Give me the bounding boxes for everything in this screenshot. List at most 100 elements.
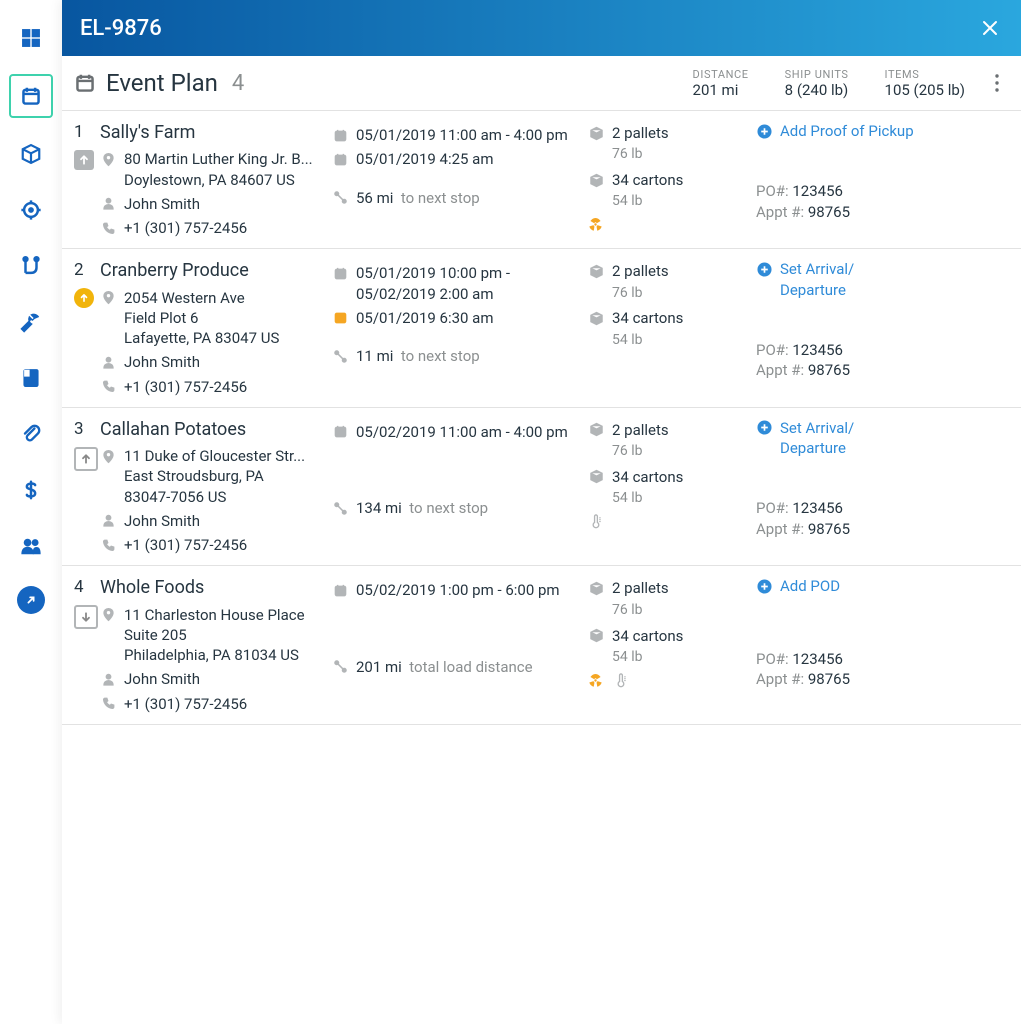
contact-name: John Smith — [124, 511, 326, 531]
pallets: 2 pallets76 lb — [612, 123, 750, 164]
add-action-icon — [756, 123, 772, 139]
sidebar-tools[interactable] — [11, 302, 51, 342]
appointment-number: Appt #: 98765 — [756, 360, 1007, 380]
stop-index: 3 — [74, 419, 84, 439]
sidebar-contacts[interactable] — [11, 526, 51, 566]
pallets: 2 pallets76 lb — [612, 578, 750, 619]
sidebar-docs[interactable] — [11, 358, 51, 398]
sidebar-dashboard[interactable] — [11, 18, 51, 58]
stop-action-link[interactable]: Set Arrival/ Departure — [780, 418, 1007, 459]
distance: 56 mi to next stop — [356, 188, 582, 208]
carton-icon — [588, 310, 604, 326]
appointment-number: Appt #: 98765 — [756, 669, 1007, 689]
stop-action-link[interactable]: Add POD — [780, 576, 1007, 596]
stop-name: Cranberry Produce — [100, 259, 326, 283]
stop-type-badge — [74, 288, 94, 308]
phone-icon — [100, 220, 116, 236]
stop-type-badge — [74, 447, 94, 467]
contact-phone: +1 (301) 757-2456 — [124, 377, 326, 397]
phone-icon — [100, 537, 116, 553]
stop-address: 11 Charleston House Place Suite 205 Phil… — [124, 605, 326, 666]
cartons: 34 cartons54 lb — [612, 626, 750, 667]
person-icon — [100, 513, 116, 529]
calendar-icon — [332, 265, 348, 281]
sidebar-event-plan[interactable] — [9, 74, 53, 118]
stop-index: 4 — [74, 577, 84, 597]
add-action-icon — [756, 578, 772, 594]
add-action-icon — [756, 261, 772, 277]
cartons: 34 cartons54 lb — [612, 467, 750, 508]
eta-icon — [332, 310, 348, 326]
stop-type-badge — [74, 605, 94, 625]
pallets: 2 pallets76 lb — [612, 261, 750, 302]
stop-index: 2 — [74, 260, 84, 280]
pallets: 2 pallets76 lb — [612, 420, 750, 461]
po-number: PO#: 123456 — [756, 340, 1007, 360]
location-icon — [100, 448, 116, 464]
sidebar-attachments[interactable] — [11, 414, 51, 454]
close-button[interactable] — [977, 15, 1003, 41]
appointment-window: 05/01/2019 11:00 am - 4:00 pm — [356, 125, 582, 145]
po-number: PO#: 123456 — [756, 649, 1007, 669]
stop-index: 1 — [74, 122, 84, 142]
pallet-icon — [588, 580, 604, 596]
calendar-icon — [72, 70, 98, 96]
calendar-icon — [332, 127, 348, 143]
stop-action-link[interactable]: Set Arrival/ Departure — [780, 259, 1007, 300]
stop-name: Sally's Farm — [100, 121, 326, 145]
contact-name: John Smith — [124, 669, 326, 689]
header-menu-button[interactable] — [987, 66, 1007, 100]
stop-action-link[interactable]: Add Proof of Pickup — [780, 121, 1007, 141]
distance-icon — [332, 190, 348, 206]
distance: 134 mi to next stop — [356, 498, 582, 518]
eta: 05/01/2019 4:25 am — [356, 149, 582, 169]
page-title: Event Plan — [106, 69, 218, 97]
carton-icon — [588, 172, 604, 188]
sidebar-collapse[interactable] — [17, 586, 45, 614]
add-action-icon — [756, 420, 772, 436]
eta: 05/01/2019 6:30 am — [356, 308, 582, 328]
contact-name: John Smith — [124, 352, 326, 372]
person-icon — [100, 354, 116, 370]
eta-icon — [332, 151, 348, 167]
distance-icon — [332, 659, 348, 675]
carton-icon — [588, 469, 604, 485]
contact-phone: +1 (301) 757-2456 — [124, 694, 326, 714]
sidebar-shipment[interactable] — [11, 134, 51, 174]
contact-phone: +1 (301) 757-2456 — [124, 218, 326, 238]
temperature-icon — [588, 514, 603, 534]
carton-icon — [588, 628, 604, 644]
stat-ship-units: SHIP UNITS 8 (240 lb) — [785, 68, 849, 99]
person-icon — [100, 196, 116, 212]
stat-distance: DISTANCE 201 mi — [693, 68, 749, 99]
phone-icon — [100, 379, 116, 395]
stop-name: Whole Foods — [100, 576, 326, 600]
header: Event Plan 4 DISTANCE 201 mi SHIP UNITS … — [62, 56, 1021, 111]
stop-name: Callahan Potatoes — [100, 418, 326, 442]
sidebar-tracking[interactable] — [11, 190, 51, 230]
appointment-number: Appt #: 98765 — [756, 519, 1007, 539]
appointment-window: 05/01/2019 10:00 pm - 05/02/2019 2:00 am — [356, 263, 582, 304]
event-stop: 4 Whole Foods 11 Charleston House Place … — [62, 566, 1021, 725]
appointment-window: 05/02/2019 1:00 pm - 6:00 pm — [356, 580, 582, 600]
stop-type-badge — [74, 150, 94, 170]
stop-count: 4 — [232, 71, 244, 96]
distance: 11 mi to next stop — [356, 346, 582, 366]
distance: 201 mi total load distance — [356, 657, 582, 677]
location-icon — [100, 151, 116, 167]
contact-phone: +1 (301) 757-2456 — [124, 535, 326, 555]
sidebar-route[interactable] — [11, 246, 51, 286]
titlebar: EL-9876 — [62, 0, 1021, 56]
cartons: 34 cartons54 lb — [612, 170, 750, 211]
temperature-icon — [613, 673, 628, 693]
hazmat-icon — [588, 673, 603, 693]
po-number: PO#: 123456 — [756, 181, 1007, 201]
pallet-icon — [588, 263, 604, 279]
sidebar — [0, 0, 63, 1024]
appointment-window: 05/02/2019 11:00 am - 4:00 pm — [356, 422, 582, 442]
distance-icon — [332, 500, 348, 516]
stop-address: 2054 Western Ave Field Plot 6 Lafayette,… — [124, 288, 326, 349]
sidebar-financials[interactable] — [11, 470, 51, 510]
panel: EL-9876 Event Plan 4 DISTANCE 201 mi SHI… — [62, 0, 1021, 1024]
calendar-icon — [332, 424, 348, 440]
